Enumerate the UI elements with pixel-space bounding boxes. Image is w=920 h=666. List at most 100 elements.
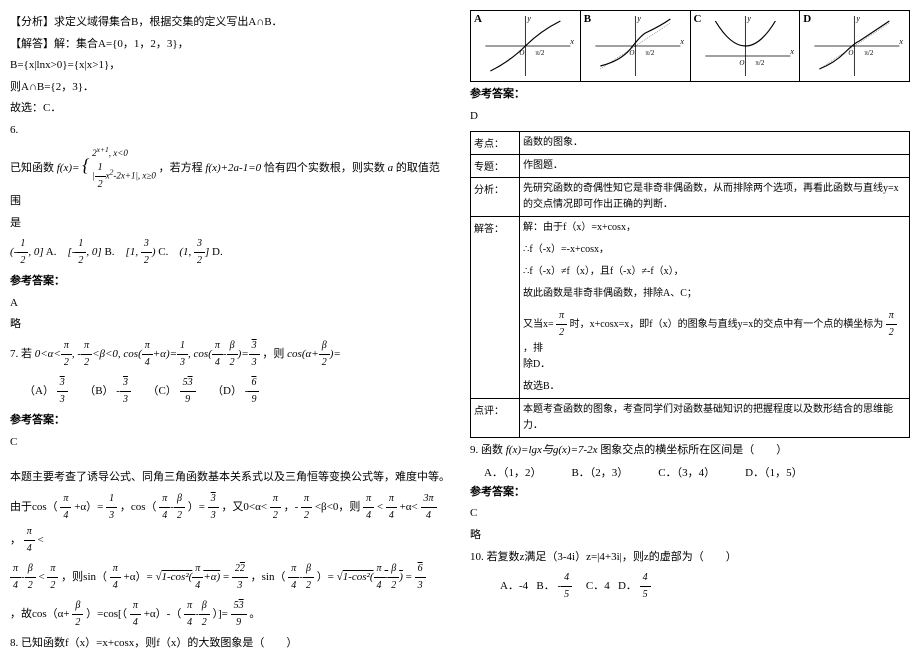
svg-text:y: y — [856, 14, 861, 23]
table-row: 分析： 先研究函数的奇偶性知它是非奇非偶函数，从而排除两个选项，再看此函数与直线… — [471, 178, 909, 217]
q7-target: cos(α+β2)= — [287, 348, 341, 360]
explain-3: π4-β2 < π2 ，则sin（ π4 +α）= √1-cos²(π4+α) … — [10, 561, 450, 594]
explain-1: 本题主要考查了诱导公式、同角三角函数基本关系式以及三角恒等变换公式等，难度中等。 — [10, 469, 450, 487]
q10: 10. 若复数z满足（3-4i）z=|4+3i|，则z的虚部为（ ） — [470, 549, 910, 567]
q9-A: A．（1，2） — [484, 464, 541, 480]
table-row: 专题： 作图题． — [471, 155, 909, 178]
graph-D: D xyOπ/2 — [800, 11, 909, 81]
r4-line: 故选B． — [523, 379, 906, 395]
q9-C: C．（3，4） — [658, 464, 715, 480]
q6-C: [1, 32) C. — [126, 246, 172, 258]
r4-line: 又当x= π2 时，x+cosx=x，即f（x）的图象与直线y=x的交点中有一个… — [523, 308, 906, 357]
row-content: 作图题． — [520, 155, 909, 177]
svg-text:O: O — [739, 59, 744, 67]
q10-B: B． -45 — [536, 580, 575, 592]
q10-C: C．4 — [586, 580, 610, 592]
svg-text:y: y — [526, 14, 531, 23]
svg-text:O: O — [849, 49, 854, 57]
row-head: 点评： — [471, 399, 520, 437]
table-row: 考点： 函数的图象． — [471, 132, 909, 155]
left-column: 【分析】求定义域得集合B，根据交集的定义写出A∩B． 【解答】解：集合A={0，… — [10, 10, 450, 656]
q7-tail: ，则 — [262, 348, 284, 360]
answer-label-2: 参考答案： — [10, 412, 450, 430]
row-head: 解答： — [471, 217, 520, 398]
row-content: 函数的图象． — [520, 132, 909, 154]
row-head: 分析： — [471, 178, 520, 216]
q10-options: A．-4 B． -45 C．4 D． 45 — [470, 570, 910, 603]
solve-3: 则A∩B={2，3}． — [10, 79, 450, 97]
q7-D: （D） — [212, 385, 242, 397]
q9-B: B．（2，3） — [571, 464, 628, 480]
q7-options: （A） 33 （B） -33 （C） 539 （D） -69 — [10, 375, 450, 408]
q6-text: 已知函数 f(x)= { 2x+1, x<0 |12x2-2x+1|, x≥0 … — [10, 144, 450, 211]
table-row: 点评： 本题考查函数的图象，考查同学们对函数基础知识的把握程度以及数形结合的思维… — [471, 399, 909, 437]
svg-text:x: x — [569, 37, 574, 46]
analysis: 【分析】求定义域得集合B，根据交集的定义写出A∩B． — [10, 14, 450, 32]
r4-line: ∴f（-x）=-x+cosx， — [523, 242, 906, 258]
table-row: 解答： 解：由于f（x）=x+cosx， ∴f（-x）=-x+cosx， ∴f（… — [471, 217, 909, 399]
graph-answer: D — [470, 108, 910, 126]
graph-C: C xyOπ/2 — [691, 11, 801, 81]
q7-D-val: -69 — [245, 385, 260, 397]
solve-1: 【解答】解：集合A={0，1，2，3}， — [10, 36, 450, 54]
r4-line: ∴f（-x）≠f（x），且f（-x）≠-f（x）， — [523, 264, 906, 280]
r4-line: 除D． — [523, 357, 906, 373]
q9: 9. 函数 f(x)=lgx与g(x)=7-2x 图象交点的横坐标所在区间是（ … — [470, 442, 910, 460]
explain-4: ，故cos（α+ β2 ）=cos[（ π4 +α）-（ π4-β2 ）]= 5… — [10, 598, 450, 631]
q6-var: a — [388, 162, 394, 174]
q7-text: 7. 若 0<α<π2, -π2<β<0, cos(π4+α)=13, cos(… — [10, 338, 450, 371]
r4-line: 解：由于f（x）=x+cosx， — [523, 220, 906, 236]
q6-options: (-12, 0] A. [-12, 0] B. [1, 32) C. (1, 3… — [10, 236, 450, 269]
explain-2: 由于cos（ π4 +α）= 13 ，cos（ π4-β2 ）= 33 ，又0<… — [10, 491, 450, 557]
svg-text:π/2: π/2 — [645, 49, 654, 57]
solution-table: 考点： 函数的图象． 专题： 作图题． 分析： 先研究函数的奇偶性知它是非奇非偶… — [470, 131, 910, 438]
q7-answer: C — [10, 434, 450, 452]
q7-A: （A） — [24, 385, 54, 397]
solve-2: B={x|lnx>0}={x|x>1}， — [10, 57, 450, 75]
q7-A-val: 33 — [57, 385, 68, 397]
row-head: 专题： — [471, 155, 520, 177]
row-content: 先研究函数的奇偶性知它是非奇非偶函数，从而排除两个选项，再看此函数与直线y=x的… — [520, 178, 909, 216]
q9-func: f(x)=lgx与g(x)=7-2x — [506, 444, 598, 456]
q9-D: D．（1，5） — [745, 464, 802, 480]
svg-text:x: x — [899, 37, 904, 46]
q9-options: A．（1，2） B．（2，3） C．（3，4） D．（1，5） — [470, 464, 910, 480]
svg-text:π/2: π/2 — [535, 49, 544, 57]
q9-skip: 略 — [470, 527, 910, 545]
page: 【分析】求定义域得集合B，根据交集的定义写出A∩B． 【解答】解：集合A={0，… — [10, 10, 910, 656]
q10-A: A．-4 — [500, 580, 528, 592]
svg-text:y: y — [636, 14, 641, 23]
q6-B: [-12, 0] B. — [67, 246, 117, 258]
q6-A: (-12, 0] A. — [10, 246, 59, 258]
q7-C-val: 539 — [180, 385, 196, 397]
svg-text:x: x — [679, 37, 684, 46]
graph-B: B xyOπ/2 — [581, 11, 691, 81]
solve-4: 故选：C． — [10, 100, 450, 118]
q7-B-val: -33 — [116, 385, 131, 397]
q10-D: D． 45 — [618, 580, 651, 592]
row-head: 考点： — [471, 132, 520, 154]
row-content: 解：由于f（x）=x+cosx， ∴f（-x）=-x+cosx， ∴f（-x）≠… — [520, 217, 909, 398]
answer-label-9: 参考答案： — [470, 484, 910, 502]
q6-part-e: 是 — [10, 215, 450, 233]
q6-number: 6. — [10, 122, 450, 140]
q6-func: f(x)= { 2x+1, x<0 |12x2-2x+1|, x≥0 — [57, 162, 159, 174]
svg-text:x: x — [789, 47, 794, 56]
q7-B: （B） — [84, 385, 113, 397]
q7-num: 7. 若 — [10, 348, 32, 360]
q6-part-a: 已知函数 — [10, 162, 54, 174]
q6-D: (1, 32] D. — [179, 246, 222, 258]
graph-options: A xyOπ/2 B xyOπ/2 C xyOπ/2 D xyOπ/2 — [470, 10, 910, 82]
q6-part-b: ，若方程 — [159, 162, 203, 174]
graph-A: A xyOπ/2 — [471, 11, 581, 81]
q7-C: （C） — [147, 385, 176, 397]
q8: 8. 已知函数f（x）=x+cosx，则f（x）的大致图象是（ ） — [10, 635, 450, 653]
answer-label-1: 参考答案： — [10, 273, 450, 291]
svg-text:y: y — [746, 14, 751, 23]
svg-text:π/2: π/2 — [865, 49, 874, 57]
answer-label-g: 参考答案： — [470, 86, 910, 104]
q9-answer: C — [470, 505, 910, 523]
svg-text:π/2: π/2 — [755, 59, 764, 67]
q6-eq: f(x)+2a-1=0 — [205, 162, 261, 174]
q6-answer: A — [10, 295, 450, 313]
